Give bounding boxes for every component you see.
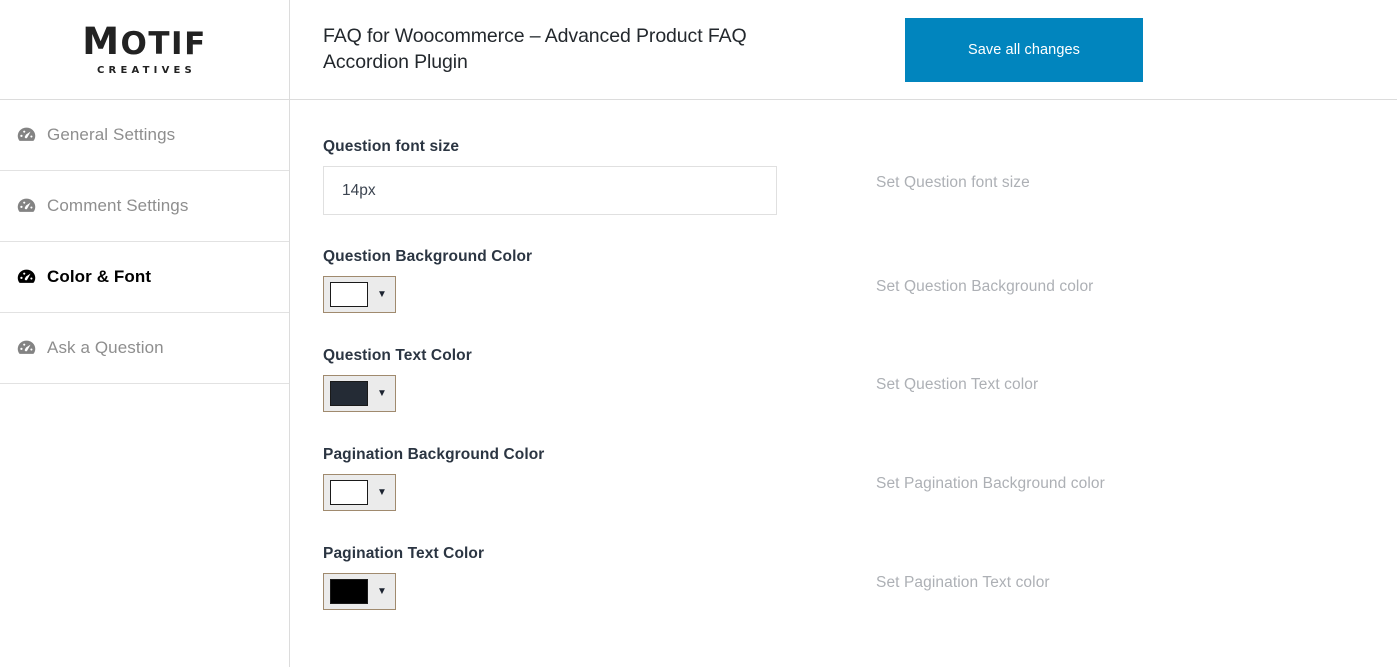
- field-description: Set Pagination Text color: [876, 574, 1050, 591]
- logo-wordmark-capital: M: [82, 20, 121, 63]
- gauge-icon: [15, 266, 37, 288]
- field-description: Set Question Text color: [876, 376, 1039, 393]
- field-label: Pagination Text Color: [323, 545, 485, 562]
- field-control-column: Pagination Text Color ▼: [323, 545, 876, 610]
- logo-wordmark: MOTIF: [82, 23, 207, 60]
- field-label: Pagination Background Color: [323, 446, 545, 463]
- field-description-column: Set Question Text color: [876, 347, 1397, 394]
- color-swatch: [330, 579, 368, 604]
- save-all-changes-button[interactable]: Save all changes: [905, 17, 1143, 82]
- field-description: Set Question Background color: [876, 278, 1094, 295]
- gauge-icon: [15, 124, 37, 146]
- sidebar-nav: General Settings Comment Settings Color …: [0, 100, 289, 384]
- chevron-down-icon: ▼: [377, 288, 387, 300]
- logo-tagline: CREATIVES: [97, 65, 196, 76]
- sidebar-item-label: Comment Settings: [47, 196, 189, 215]
- field-control-column: Question Background Color ▼: [323, 248, 876, 313]
- field-question-text-color: Question Text Color ▼ Set Question Text …: [290, 347, 1397, 412]
- field-label: Question Text Color: [323, 347, 472, 364]
- field-control-column: Question Text Color ▼: [323, 347, 876, 412]
- field-pagination-text-color: Pagination Text Color ▼ Set Pagination T…: [290, 545, 1397, 610]
- sidebar-item-label: General Settings: [47, 125, 176, 144]
- color-swatch: [330, 480, 368, 505]
- field-description-column: Set Question font size: [876, 138, 1397, 192]
- page-header: FAQ for Woocommerce – Advanced Product F…: [290, 0, 1397, 100]
- color-swatch: [330, 282, 368, 307]
- field-label: Question Background Color: [323, 248, 533, 265]
- question-background-color-picker[interactable]: ▼: [323, 276, 396, 313]
- field-control-column: Question font size: [323, 138, 876, 215]
- chevron-down-icon: ▼: [377, 486, 387, 498]
- logo-wordmark-rest: OTIF: [120, 26, 207, 62]
- color-swatch: [330, 381, 368, 406]
- sidebar-item-comment-settings[interactable]: Comment Settings: [0, 171, 289, 242]
- chevron-down-icon: ▼: [377, 585, 387, 597]
- sidebar-item-label: Ask a Question: [47, 338, 164, 357]
- page-title: FAQ for Woocommerce – Advanced Product F…: [323, 24, 747, 73]
- chevron-down-icon: ▼: [377, 387, 387, 399]
- field-description-column: Set Pagination Background color: [876, 446, 1397, 493]
- field-label: Question font size: [323, 138, 460, 155]
- brand-logo: MOTIF CREATIVES: [0, 0, 289, 100]
- field-description-column: Set Pagination Text color: [876, 545, 1397, 592]
- sidebar-item-general-settings[interactable]: General Settings: [0, 100, 289, 171]
- gauge-icon: [15, 337, 37, 359]
- sidebar-item-ask-a-question[interactable]: Ask a Question: [0, 313, 289, 384]
- field-pagination-background-color: Pagination Background Color ▼ Set Pagina…: [290, 446, 1397, 511]
- plugin-settings-page: MOTIF CREATIVES General Settings Comment…: [0, 0, 1397, 667]
- logo-block: MOTIF CREATIVES: [82, 23, 207, 76]
- sidebar-item-label: Color & Font: [47, 267, 152, 286]
- sidebar: MOTIF CREATIVES General Settings Comment…: [0, 0, 290, 667]
- field-description: Set Question font size: [876, 174, 1030, 191]
- settings-form: Question font size Set Question font siz…: [290, 100, 1397, 667]
- question-text-color-picker[interactable]: ▼: [323, 375, 396, 412]
- question-font-size-input[interactable]: [323, 166, 777, 215]
- sidebar-item-color-and-font[interactable]: Color & Font: [0, 242, 289, 313]
- main-content: FAQ for Woocommerce – Advanced Product F…: [290, 0, 1397, 667]
- field-question-font-size: Question font size Set Question font siz…: [290, 138, 1397, 215]
- field-description: Set Pagination Background color: [876, 475, 1105, 492]
- field-control-column: Pagination Background Color ▼: [323, 446, 876, 511]
- field-description-column: Set Question Background color: [876, 248, 1397, 296]
- pagination-background-color-picker[interactable]: ▼: [323, 474, 396, 511]
- field-question-background-color: Question Background Color ▼ Set Question…: [290, 248, 1397, 313]
- gauge-icon: [15, 195, 37, 217]
- pagination-text-color-picker[interactable]: ▼: [323, 573, 396, 610]
